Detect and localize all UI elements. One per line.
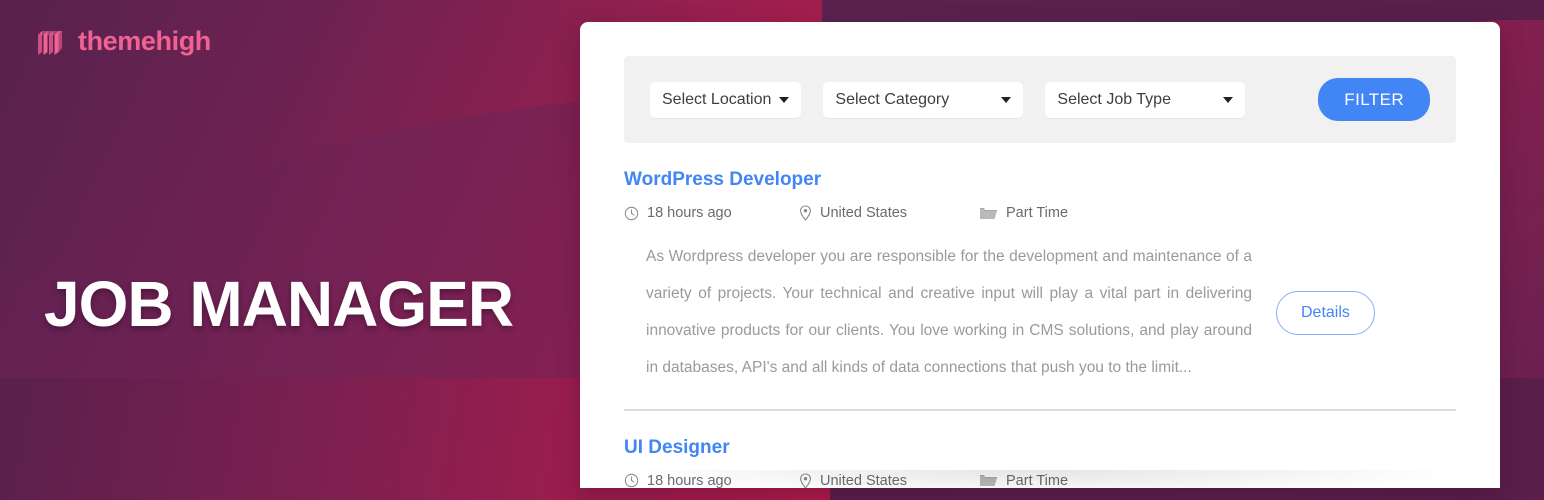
job-listing-card: Select Location Select Category Select J… xyxy=(580,22,1500,488)
job-title-link[interactable]: UI Designer xyxy=(624,437,1456,459)
folder-icon xyxy=(980,207,997,219)
clock-icon xyxy=(624,206,639,220)
job-location: United States xyxy=(799,472,979,489)
select-location[interactable]: Select Location xyxy=(650,81,802,118)
chevron-down-icon xyxy=(1001,96,1012,103)
clock-icon xyxy=(624,473,639,488)
job-location: United States xyxy=(799,205,979,221)
page-title: JOB MANAGER xyxy=(44,268,514,340)
map-pin-icon xyxy=(800,205,811,221)
filter-button[interactable]: FILTER xyxy=(1318,78,1430,121)
job-type-label: Part Time xyxy=(1006,205,1069,221)
job-type: Part Time xyxy=(979,205,1068,221)
job-type: Part Time xyxy=(979,472,1069,489)
promo-banner: themehigh JOB MANAGER Select Location Se… xyxy=(0,0,1544,500)
select-job-type[interactable]: Select Job Type xyxy=(1045,81,1246,118)
job-posted-date: 18 hours ago xyxy=(624,472,799,489)
job-meta: 18 hours ago United States Part Time xyxy=(624,205,1456,221)
details-button[interactable]: Details xyxy=(1276,290,1375,335)
brand-logo: themehigh xyxy=(36,26,211,57)
select-location-label: Select Location xyxy=(662,90,772,108)
job-list-item: UI Designer 18 hours ago United States P… xyxy=(624,411,1456,489)
chevron-down-icon xyxy=(779,96,790,103)
chevron-down-icon xyxy=(1223,96,1234,103)
brand-name: themehigh xyxy=(78,26,211,56)
map-pin-icon xyxy=(800,472,811,488)
job-location-label: United States xyxy=(820,472,908,489)
select-category[interactable]: Select Category xyxy=(823,81,1024,118)
job-location-label: United States xyxy=(820,205,908,221)
stacked-blocks-icon xyxy=(38,30,62,55)
job-type-label: Part Time xyxy=(1006,472,1069,489)
filter-bar: Select Location Select Category Select J… xyxy=(624,56,1456,143)
job-posted-date: 18 hours ago xyxy=(624,205,799,221)
select-category-label: Select Category xyxy=(835,90,950,108)
job-posted-label: 18 hours ago xyxy=(647,472,732,489)
job-list-item: WordPress Developer 18 hours ago United … xyxy=(624,143,1456,411)
select-job-type-label: Select Job Type xyxy=(1057,90,1171,108)
job-description: As Wordpress developer you are responsib… xyxy=(646,248,1252,376)
job-posted-label: 18 hours ago xyxy=(647,205,732,221)
job-meta: 18 hours ago United States Part Time xyxy=(624,472,1456,489)
folder-icon xyxy=(980,475,997,486)
job-title-link[interactable]: WordPress Developer xyxy=(624,169,1456,191)
job-body: As Wordpress developer you are responsib… xyxy=(624,221,1456,403)
